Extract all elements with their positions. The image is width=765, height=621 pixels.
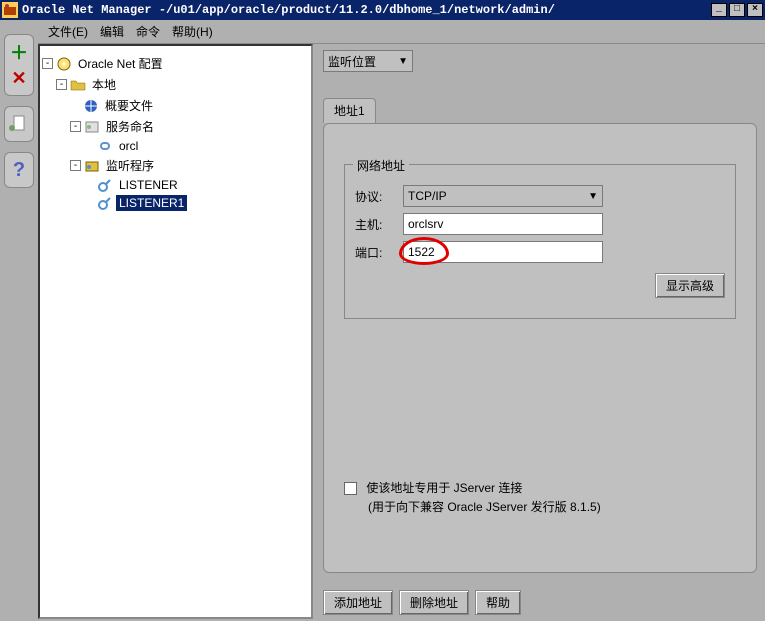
port-input[interactable] (403, 241, 603, 263)
help-icon[interactable]: ? (5, 157, 33, 183)
listener-icon (97, 177, 113, 193)
listener-icon (97, 195, 113, 211)
service-icon (84, 119, 100, 135)
listening-location-value: 监听位置 (328, 53, 376, 70)
address-tab-body: 网络地址 协议: TCP/IP ▼ 主机: (323, 123, 757, 573)
tree-servicenaming[interactable]: 服务命名 (103, 117, 157, 136)
network-address-group: 网络地址 协议: TCP/IP ▼ 主机: (344, 164, 736, 319)
window-title-prefix: Oracle Net Manager - (22, 3, 166, 17)
tree-listener1[interactable]: LISTENER1 (116, 195, 187, 211)
delete-address-button[interactable]: 删除地址 (399, 590, 469, 615)
host-label: 主机: (355, 216, 403, 233)
port-label: 端口: (355, 244, 403, 261)
chevron-down-icon: ▼ (398, 56, 408, 67)
form-panel: 监听位置 ▼ 地址1 网络地址 协议: TCP/IP ▼ (315, 44, 765, 621)
tree-listener0[interactable]: LISTENER (116, 177, 181, 193)
window-title-path: /u01/app/oracle/product/11.2.0/dbhome_1/… (166, 3, 555, 17)
menu-edit[interactable]: 编辑 (100, 23, 124, 40)
expand-toggle[interactable]: - (56, 79, 67, 90)
jserver-note: 使该地址专用于 JServer 连接 (用于向下兼容 Oracle JServe… (344, 479, 736, 515)
folder-icon (70, 77, 86, 93)
globe-icon (83, 98, 99, 114)
tree-local[interactable]: 本地 (89, 75, 119, 94)
app-icon (2, 2, 18, 18)
tree-listeners[interactable]: 监听程序 (103, 156, 157, 175)
jserver-checkbox[interactable] (344, 482, 357, 495)
menu-bar: 文件(E) 编辑 命令 帮助(H) (38, 20, 765, 44)
jserver-check-label: 使该地址专用于 JServer 连接 (366, 481, 522, 495)
host-input[interactable] (403, 213, 603, 235)
tree-profile[interactable]: 概要文件 (102, 96, 156, 115)
window-titlebar: Oracle Net Manager - /u01/app/oracle/pro… (0, 0, 765, 20)
expand-toggle[interactable]: - (42, 58, 53, 69)
config-icon (56, 56, 72, 72)
show-advanced-button[interactable]: 显示高级 (655, 273, 725, 298)
minimize-button[interactable]: _ (711, 3, 727, 17)
listening-location-select[interactable]: 监听位置 ▼ (323, 50, 413, 72)
side-toolbar: ＋ ✕ ? (0, 20, 38, 621)
group-title: 网络地址 (353, 157, 409, 174)
menu-command[interactable]: 命令 (136, 23, 160, 40)
help-button[interactable]: 帮助 (475, 590, 521, 615)
jserver-subtext: (用于向下兼容 Oracle JServer 发行版 8.1.5) (368, 498, 736, 515)
add-address-button[interactable]: 添加地址 (323, 590, 393, 615)
tab-address1[interactable]: 地址1 (323, 98, 376, 123)
protocol-select[interactable]: TCP/IP ▼ (403, 185, 603, 207)
tree-root[interactable]: Oracle Net 配置 (75, 54, 166, 73)
close-button[interactable]: × (747, 3, 763, 17)
tree-orcl[interactable]: orcl (116, 138, 141, 154)
document-icon[interactable] (5, 111, 33, 137)
link-icon (97, 138, 113, 154)
expand-toggle[interactable]: - (70, 121, 81, 132)
maximize-button[interactable]: □ (729, 3, 745, 17)
delete-button[interactable]: ✕ (5, 65, 33, 91)
menu-help[interactable]: 帮助(H) (172, 23, 213, 40)
menu-file[interactable]: 文件(E) (48, 23, 88, 40)
protocol-label: 协议: (355, 188, 403, 205)
expand-toggle[interactable]: - (70, 160, 81, 171)
add-button[interactable]: ＋ (5, 39, 33, 65)
protocol-value: TCP/IP (408, 189, 447, 203)
listener-folder-icon (84, 158, 100, 174)
nav-tree[interactable]: - Oracle Net 配置 - 本地 概要文件 - 服务命 (38, 44, 313, 619)
chevron-down-icon: ▼ (588, 191, 598, 202)
